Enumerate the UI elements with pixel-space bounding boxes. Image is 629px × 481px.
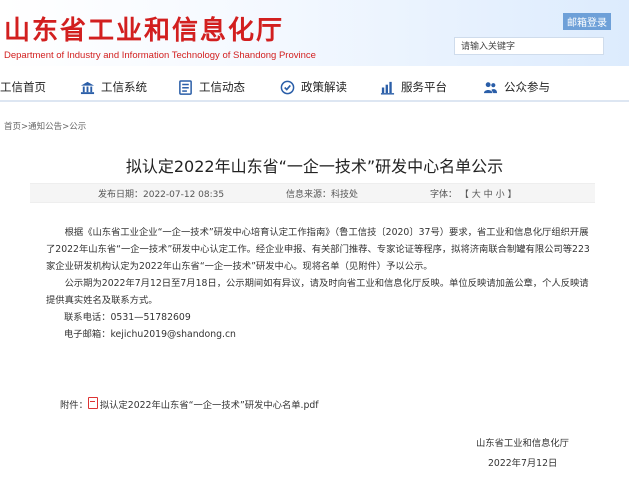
nav-item-policy[interactable]: 政策解读: [280, 77, 347, 97]
article-body: 根据《山东省工业企业“一企一技术”研发中心培育认定工作指南》（鲁工信技〔2020…: [46, 224, 594, 343]
font-size-label: 字体：: [430, 190, 458, 200]
font-size-large-button[interactable]: 大: [472, 190, 481, 200]
nav-item-label: 服务平台: [401, 80, 447, 94]
font-size-small-button[interactable]: 小: [496, 190, 505, 200]
nav-item-label: 公众参与: [504, 80, 550, 94]
nav-item-label: 工信动态: [199, 80, 245, 94]
nav-item-news[interactable]: 工信动态: [178, 77, 245, 97]
search-input[interactable]: 请输入关键字: [454, 37, 604, 55]
font-size-medium-button[interactable]: 中: [484, 190, 493, 200]
mail-login-link[interactable]: 邮箱登录: [563, 13, 611, 30]
policy-icon: [280, 80, 295, 94]
building-icon: [80, 81, 95, 94]
article-meta-bar: 发布日期：2022-07-12 08:35 信息来源：科技处 字体： 【 大 中…: [30, 183, 595, 203]
site-title[interactable]: 山东省工业和信息化厅: [4, 10, 284, 47]
site-header: 山东省工业和信息化厅 Department of Industry and In…: [0, 0, 629, 66]
font-size-control: 字体： 【 大 中 小 】: [430, 187, 516, 200]
attachment-link[interactable]: 拟认定2022年山东省“一企一技术”研发中心名单.pdf: [100, 400, 319, 411]
bracket-open: 【: [459, 190, 469, 200]
paragraph: 根据《山东省工业企业“一企一技术”研发中心培育认定工作指南》（鲁工信技〔2020…: [46, 227, 590, 272]
page-title: 拟认定2022年山东省“一企一技术”研发中心名单公示: [125, 157, 504, 176]
publish-date: 发布日期：2022-07-12 08:35: [98, 190, 225, 200]
pdf-icon: [87, 397, 98, 409]
nav-item-public[interactable]: 公众参与: [483, 77, 550, 97]
site-subtitle: Department of Industry and Information T…: [4, 50, 316, 61]
contact-email: 电子邮箱：kejichu2019@shandong.cn: [64, 329, 236, 340]
contact-phone: 联系电话：0531—51782609: [64, 312, 191, 323]
news-icon: [179, 79, 192, 95]
paragraph: 公示期为2022年7月12日至7月18日，公示期间如有异议，请及时向省工业和信息…: [46, 278, 589, 306]
bracket-close: 】: [507, 190, 517, 200]
nav-item-label: 工信首页: [0, 80, 46, 94]
signature-date: 2022年7月12日: [488, 458, 558, 469]
nav-item-service[interactable]: 服务平台: [380, 77, 447, 97]
main-nav: 工信首页 工信系统 工信动态 政策解读 服务平台 公众参与: [0, 72, 629, 102]
people-icon: [483, 81, 498, 93]
attachment-label: 附件：: [60, 400, 88, 411]
nav-item-home[interactable]: 工信首页: [0, 77, 46, 97]
info-source: 信息来源：科技处: [286, 190, 359, 200]
breadcrumb[interactable]: 首页>通知公告>公示: [4, 120, 86, 132]
signature-org: 山东省工业和信息化厅: [476, 438, 569, 449]
attachment-row: 附件： 拟认定2022年山东省“一企一技术”研发中心名单.pdf: [60, 397, 319, 411]
chart-icon: [380, 81, 395, 95]
nav-item-label: 工信系统: [101, 80, 147, 94]
nav-item-label: 政策解读: [301, 80, 347, 94]
nav-item-system[interactable]: 工信系统: [80, 77, 147, 97]
